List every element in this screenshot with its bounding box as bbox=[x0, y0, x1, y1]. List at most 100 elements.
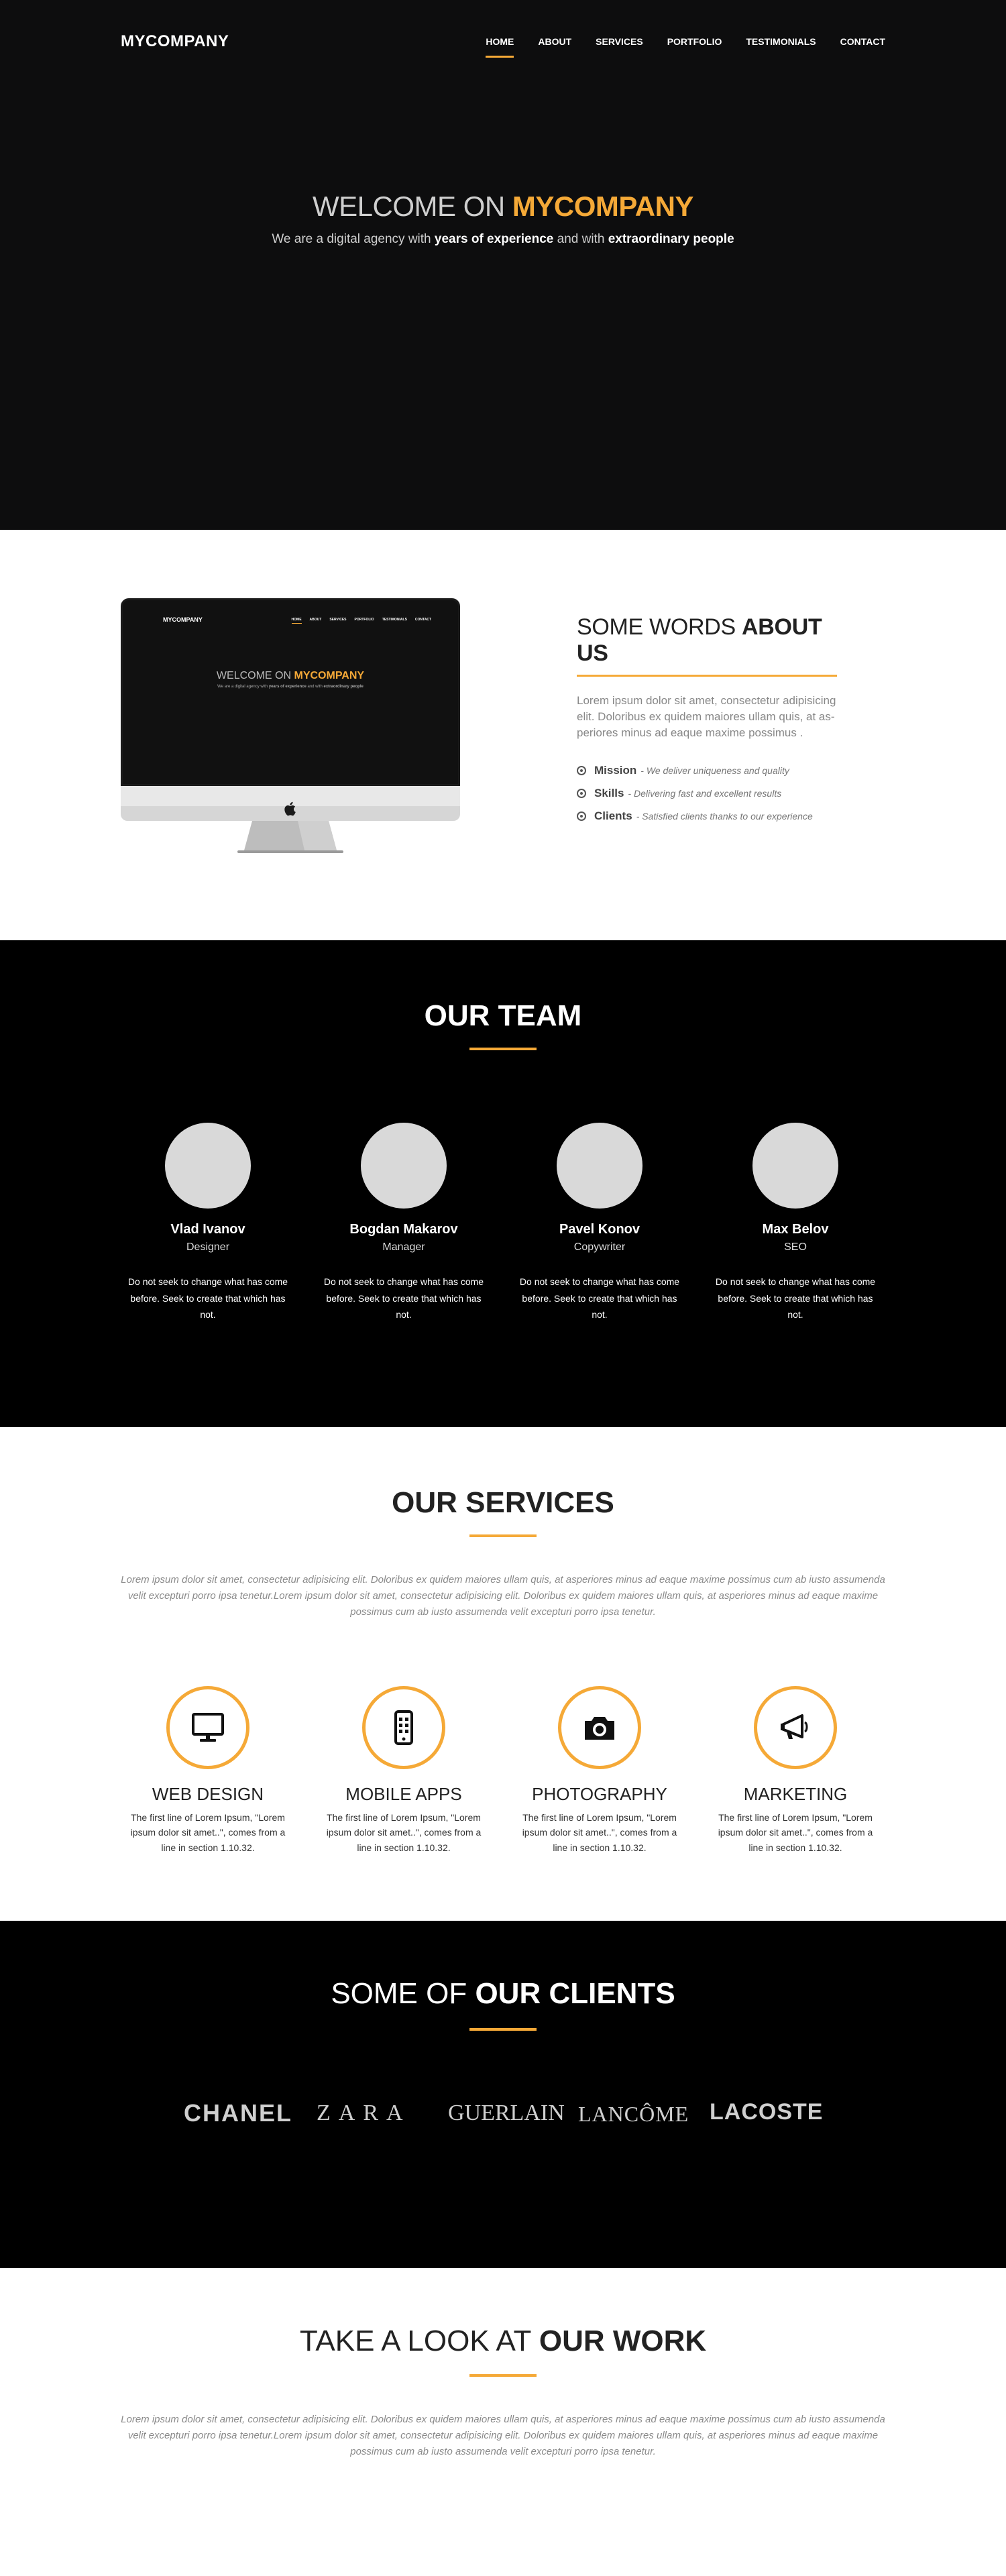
member-role: Copywriter bbox=[573, 1241, 626, 1253]
about-item-clients: Clients - Satisfied clients thanks to ou… bbox=[577, 809, 858, 823]
member-name: Max Belov bbox=[762, 1222, 829, 1237]
mockup-menu: HOME ABOUT SERVICES PORTFOLIO TESTIMONIA… bbox=[291, 618, 431, 624]
hero-title-prefix: WELCOME ON bbox=[313, 190, 512, 222]
about-item-mission: Mission - We deliver uniqueness and qual… bbox=[577, 764, 858, 777]
services-title: OUR SERVICES bbox=[392, 1486, 614, 1519]
nav-portfolio[interactable]: PORTFOLIO bbox=[667, 36, 722, 54]
mockup-subtitle-part: and with bbox=[306, 685, 324, 689]
mockup-menu-item: SERVICES bbox=[329, 618, 347, 622]
service-title: WEB DESIGN bbox=[152, 1784, 264, 1804]
service-mobile-apps: MOBILE APPS The first line of Lorem Ipsu… bbox=[317, 1686, 491, 1855]
clients-title-bold: OUR CLIENTS bbox=[475, 1977, 675, 2010]
hero-title: WELCOME ON MYCOMPANY bbox=[0, 190, 1006, 223]
avatar bbox=[752, 1123, 838, 1209]
client-logo-chanel: CHANEL bbox=[184, 2099, 292, 2127]
service-desc: The first line of Lorem Ipsum, "Lorem ip… bbox=[326, 1812, 482, 1853]
team-member-card: Bogdan Makarov Manager Do not seek to ch… bbox=[317, 1123, 491, 1323]
about-list: Mission - We deliver uniqueness and qual… bbox=[577, 764, 858, 823]
service-title: PHOTOGRAPHY bbox=[532, 1784, 667, 1804]
avatar bbox=[165, 1123, 251, 1209]
member-name: Bogdan Makarov bbox=[349, 1222, 458, 1237]
hero-subtitle-bold: extraordinary people bbox=[608, 232, 734, 246]
work-title-bold: OUR WORK bbox=[539, 2325, 707, 2357]
member-bio: Do not seek to change what has come befo… bbox=[519, 1276, 680, 1320]
service-icon-ring bbox=[166, 1686, 249, 1769]
hero-subtitle-part: We are a digital agency with bbox=[272, 232, 435, 246]
work-lead: Lorem ipsum dolor sit amet, consectetur … bbox=[121, 2414, 885, 2457]
mockup-subtitle-bold: extraordinary people bbox=[323, 685, 364, 689]
nav-contact[interactable]: CONTACT bbox=[840, 36, 885, 54]
service-icon-ring bbox=[754, 1686, 837, 1769]
team-member-card: Vlad Ivanov Designer Do not seek to chan… bbox=[121, 1123, 295, 1323]
mockup-menu-item: PORTFOLIO bbox=[354, 618, 374, 622]
client-logo-lacoste: LACOSTE bbox=[710, 2099, 824, 2125]
clients-title: SOME OF OUR CLIENTS bbox=[0, 1977, 1006, 2011]
team-member-card: Pavel Konov Copywriter Do not seek to ch… bbox=[512, 1123, 687, 1323]
services-title-underline bbox=[469, 1534, 537, 1537]
mockup-menu-item: HOME bbox=[291, 618, 302, 624]
mockup-subtitle-part: We are a digital agency with bbox=[217, 685, 269, 689]
work-title-prefix: TAKE A LOOK AT bbox=[299, 2325, 539, 2357]
mobile-icon bbox=[394, 1710, 413, 1745]
mockup-menu-item: ABOUT bbox=[309, 618, 322, 622]
main-menu: HOME ABOUT SERVICES PORTFOLIO TESTIMONIA… bbox=[486, 36, 885, 58]
about-content: SOME WORDS ABOUT US Lorem ipsum dolor si… bbox=[577, 614, 858, 832]
work-section: TAKE A LOOK AT OUR WORK Lorem ipsum dolo… bbox=[0, 2268, 1006, 2576]
service-icon-ring bbox=[558, 1686, 641, 1769]
mockup-menu-item: TESTIMONIALS bbox=[382, 618, 407, 622]
service-title: MOBILE APPS bbox=[345, 1784, 462, 1804]
about-item-desc-text: Delivering fast and excellent results bbox=[633, 788, 782, 799]
member-bio: Do not seek to change what has come befo… bbox=[127, 1276, 288, 1320]
clients-title-prefix: SOME OF bbox=[331, 1977, 476, 2010]
mockup-stand bbox=[237, 821, 343, 853]
member-name: Vlad Ivanov bbox=[170, 1222, 245, 1237]
hero-subtitle-bold: years of experience bbox=[434, 232, 554, 246]
about-title-prefix: SOME WORDS bbox=[577, 614, 742, 640]
about-section: MYCOMPANY HOME ABOUT SERVICES PORTFOLIO … bbox=[0, 530, 1006, 940]
about-item-label: Mission bbox=[594, 764, 637, 777]
avatar bbox=[361, 1123, 447, 1209]
mockup-subtitle: We are a digital agency with years of ex… bbox=[123, 685, 458, 689]
about-title: SOME WORDS ABOUT US bbox=[577, 614, 858, 667]
service-photography: PHOTOGRAPHY The first line of Lorem Ipsu… bbox=[512, 1686, 687, 1855]
member-bio: Do not seek to change what has come befo… bbox=[323, 1276, 484, 1320]
megaphone-icon bbox=[781, 1714, 808, 1739]
about-item-desc-text: Satisfied clients thanks to our experien… bbox=[642, 811, 813, 822]
service-desc: The first line of Lorem Ipsum, "Lorem ip… bbox=[718, 1812, 873, 1853]
about-title-underline bbox=[577, 675, 837, 677]
nav-testimonials[interactable]: TESTIMONIALS bbox=[746, 36, 816, 54]
avatar bbox=[557, 1123, 642, 1209]
target-icon bbox=[577, 766, 586, 776]
service-icon-ring bbox=[362, 1686, 445, 1769]
clients-section: SOME OF OUR CLIENTS CHANEL ZARA GUERLAIN… bbox=[0, 1921, 1006, 2268]
top-navbar: MYCOMPANY HOME ABOUT SERVICES PORTFOLIO … bbox=[121, 0, 885, 87]
apple-logo-icon bbox=[284, 801, 296, 816]
nav-about[interactable]: ABOUT bbox=[538, 36, 571, 54]
brand-logo[interactable]: MYCOMPANY bbox=[121, 32, 229, 51]
about-item-label: Clients bbox=[594, 809, 632, 823]
work-title-underline bbox=[469, 2374, 537, 2377]
member-role: Manager bbox=[382, 1241, 425, 1253]
team-section: OUR TEAM Vlad Ivanov Designer Do not see… bbox=[0, 940, 1006, 1427]
nav-services[interactable]: SERVICES bbox=[596, 36, 643, 54]
member-bio: Do not seek to change what has come befo… bbox=[715, 1276, 876, 1320]
imac-mockup: MYCOMPANY HOME ABOUT SERVICES PORTFOLIO … bbox=[121, 598, 460, 873]
about-text: Lorem ipsum dolor sit amet, consectetur … bbox=[577, 694, 836, 740]
about-item-desc: - Delivering fast and excellent results bbox=[628, 788, 782, 799]
hero-subtitle-part: and with bbox=[553, 232, 608, 246]
service-marketing: MARKETING The first line of Lorem Ipsum,… bbox=[708, 1686, 883, 1855]
team-member-card: Max Belov SEO Do not seek to change what… bbox=[708, 1123, 883, 1323]
mockup-menu-item: CONTACT bbox=[414, 618, 431, 622]
about-item-desc-text: We deliver uniqueness and quality bbox=[646, 765, 789, 777]
mockup-title-highlight: MYCOMPANY bbox=[294, 670, 365, 681]
about-item-label: Skills bbox=[594, 787, 624, 800]
about-item-desc: - Satisfied clients thanks to our experi… bbox=[636, 811, 813, 822]
mockup-subtitle-bold: years of experience bbox=[268, 685, 306, 689]
service-title: MARKETING bbox=[743, 1784, 848, 1804]
hero-subtitle: We are a digital agency with years of ex… bbox=[0, 232, 1006, 247]
work-title: TAKE A LOOK AT OUR WORK bbox=[0, 2325, 1006, 2358]
client-logo-lancome: LANCÔME bbox=[578, 2102, 689, 2126]
nav-home[interactable]: HOME bbox=[486, 36, 514, 58]
hero-title-highlight: MYCOMPANY bbox=[512, 190, 694, 222]
member-role: SEO bbox=[784, 1241, 807, 1253]
